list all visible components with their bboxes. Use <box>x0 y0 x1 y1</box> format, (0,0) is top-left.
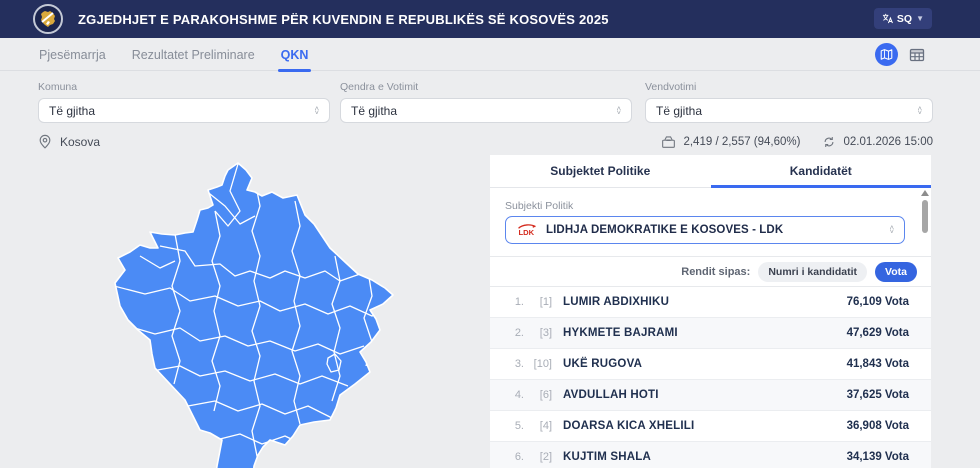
candidate-list: 1. [1] LUMIR ABDIXHIKU 76,109 Vota 2. [3… <box>490 287 931 468</box>
filter-komuna-label: Komuna <box>38 81 78 93</box>
refresh-icon[interactable] <box>822 135 836 149</box>
candidate-name: UKË RUGOVA <box>563 358 643 370</box>
last-updated: 02.01.2026 15:00 <box>843 135 933 148</box>
ballot-box-icon <box>662 136 676 148</box>
panel-scrollbar[interactable] <box>921 190 929 465</box>
region-name: Kosova <box>60 134 101 149</box>
location-pin-icon <box>39 134 51 149</box>
subject-label: Subjekti Politik <box>505 200 574 212</box>
kosovo-map[interactable] <box>100 156 420 468</box>
candidate-ballot-number: [6] <box>539 389 552 401</box>
vendvotimi-select[interactable]: Të gjitha ˄ ˅ <box>645 98 933 123</box>
candidate-ballot-number: [10] <box>533 358 552 370</box>
page-title: ZGJEDHJET E PARAKOHSHME PËR KUVENDIN E R… <box>78 11 609 27</box>
candidate-row[interactable]: 1. [1] LUMIR ABDIXHIKU 76,109 Vota <box>490 287 931 318</box>
candidate-votes: 36,908 Vota <box>846 420 909 432</box>
komuna-select-value: Të gjitha <box>49 103 96 118</box>
language-selector[interactable]: SQ ▼ <box>873 8 932 29</box>
chevron-down-icon: ▼ <box>916 14 924 23</box>
tab-subjektet-politike[interactable]: Subjektet Politike <box>490 155 711 187</box>
select-updown-icon: ˄ ˅ <box>314 103 319 117</box>
svg-text:LDK: LDK <box>519 228 535 237</box>
tab-qkn[interactable]: QKN <box>268 38 322 72</box>
table-icon <box>909 48 924 61</box>
region-indicator: Kosova <box>38 134 100 149</box>
app-header: ZGJEDHJET E PARAKOHSHME PËR KUVENDIN E R… <box>0 0 980 38</box>
candidate-rank: 4. <box>514 389 524 401</box>
filter-vendvotimi-label: Vendvotimi <box>645 81 697 93</box>
sort-label: Rendit sipas: <box>681 265 751 278</box>
candidate-name: AVDULLAH HOTI <box>563 389 659 401</box>
candidate-votes: 34,139 Vota <box>846 451 909 463</box>
map-icon <box>880 49 893 60</box>
kqz-logo-emblem <box>41 11 55 27</box>
candidate-votes: 37,625 Vota <box>846 389 909 401</box>
select-updown-icon: ˄ ˅ <box>917 103 922 117</box>
counting-stats: 2,419 / 2,557 (94,60%) 02.01.2026 15:00 <box>661 134 933 149</box>
candidate-name: DOARSA KICA XHELILI <box>563 420 695 432</box>
candidate-rank: 3. <box>514 358 524 370</box>
sort-controls: Rendit sipas: Numri i kandidatit Vota <box>490 256 931 287</box>
candidate-row[interactable]: 3. [10] UKË RUGOVA 41,843 Vota <box>490 349 931 380</box>
filter-qendra-label: Qendra e Votimit <box>340 81 419 93</box>
main-nav: Pjesëmarrja Rezultatet Preliminare QKN <box>0 38 980 72</box>
qendra-select-value: Të gjitha <box>351 103 398 118</box>
translate-icon <box>882 13 893 24</box>
candidate-ballot-number: [2] <box>539 451 552 463</box>
tab-rezultatet-preliminare[interactable]: Rezultatet Preliminare <box>119 38 268 71</box>
map-view-button[interactable] <box>875 43 898 66</box>
candidate-votes: 41,843 Vota <box>846 358 909 370</box>
scrollbar-thumb[interactable] <box>922 200 928 233</box>
vendvotimi-select-value: Të gjitha <box>656 103 703 118</box>
candidate-votes: 47,629 Vota <box>846 327 909 339</box>
results-tabs: Subjektet Politike Kandidatët <box>490 155 931 188</box>
candidate-name: HYKMETE BAJRAMI <box>563 327 678 339</box>
filter-vendvotimi: Vendvotimi Të gjitha ˄ ˅ <box>645 81 933 123</box>
sort-by-candidate-number-button[interactable]: Numri i kandidatit <box>758 261 868 282</box>
candidate-ballot-number: [3] <box>539 327 552 339</box>
subject-select-value: LIDHJA DEMOKRATIKE E KOSOVËS - LDK <box>546 224 784 236</box>
filter-qendra: Qendra e Votimit Të gjitha ˄ ˅ <box>340 81 632 123</box>
language-code: SQ <box>896 12 913 25</box>
subject-filter: Subjekti Politik LDK LIDHJA DEMOKRATIKE … <box>490 188 931 256</box>
qendra-select[interactable]: Të gjitha ˄ ˅ <box>340 98 632 123</box>
candidate-votes: 76,109 Vota <box>846 296 909 308</box>
candidate-row[interactable]: 5. [4] DOARSA KICA XHELILI 36,908 Vota <box>490 411 931 442</box>
ldk-party-logo: LDK <box>518 224 536 237</box>
candidate-name: KUJTIM SHALA <box>563 451 652 463</box>
results-panel: Subjektet Politike Kandidatët Subjekti P… <box>490 155 931 468</box>
tab-pjesemarrja[interactable]: Pjesëmarrja <box>26 38 119 71</box>
tab-kandidatet[interactable]: Kandidatët <box>710 155 932 188</box>
select-updown-icon: ˄ ˅ <box>889 223 894 236</box>
scroll-up-icon[interactable] <box>921 190 929 196</box>
table-view-button[interactable] <box>905 43 928 66</box>
kosovo-outline <box>114 162 394 468</box>
candidate-row[interactable]: 2. [3] HYKMETE BAJRAMI 47,629 Vota <box>490 318 931 349</box>
candidate-rank: 5. <box>514 420 524 432</box>
filter-komuna: Komuna Të gjitha ˄ ˅ <box>38 81 330 123</box>
counted-stations: 2,419 / 2,557 (94,60%) <box>683 135 801 148</box>
komuna-select[interactable]: Të gjitha ˄ ˅ <box>38 98 330 123</box>
sort-by-votes-button[interactable]: Vota <box>875 261 917 282</box>
candidate-row[interactable]: 6. [2] KUJTIM SHALA 34,139 Vota <box>490 442 931 468</box>
candidate-row[interactable]: 4. [6] AVDULLAH HOTI 37,625 Vota <box>490 380 931 411</box>
candidate-rank: 6. <box>514 451 524 463</box>
candidate-rank: 1. <box>514 296 524 308</box>
candidate-ballot-number: [4] <box>539 420 552 432</box>
subject-select[interactable]: LDK LIDHJA DEMOKRATIKE E KOSOVËS - LDK ˄… <box>505 216 905 244</box>
candidate-rank: 2. <box>514 327 524 339</box>
candidate-ballot-number: [1] <box>539 296 552 308</box>
candidate-name: LUMIR ABDIXHIKU <box>563 296 670 308</box>
kqz-logo <box>33 4 63 34</box>
select-updown-icon: ˄ ˅ <box>616 103 621 117</box>
